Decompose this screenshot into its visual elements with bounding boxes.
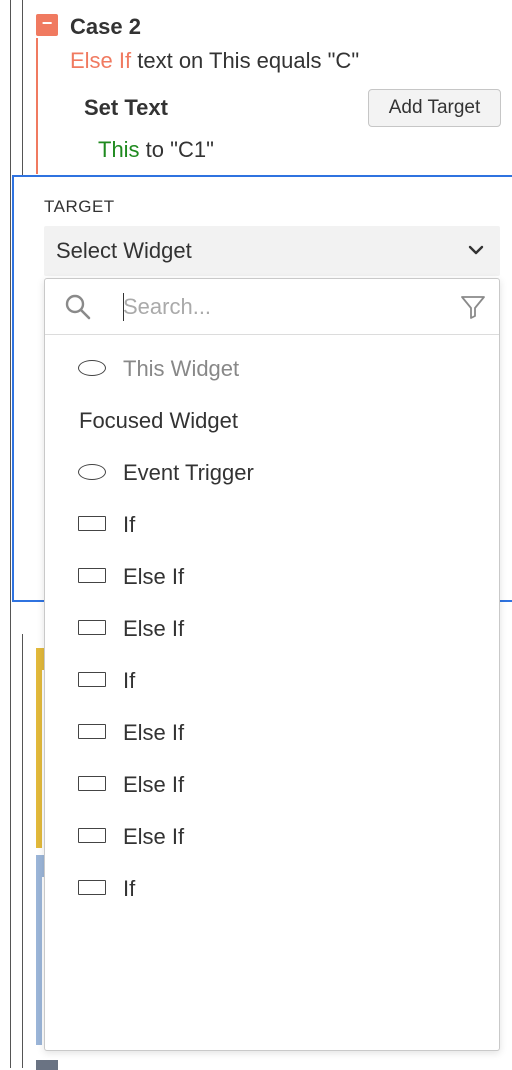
- widget-option[interactable]: Else If: [45, 759, 499, 811]
- case-indent-line: [36, 855, 42, 1045]
- widget-option-label: If: [123, 668, 136, 693]
- target-label: TARGET: [44, 197, 115, 216]
- case-title: Case 2: [70, 14, 141, 39]
- select-widget-value: Select Widget: [56, 238, 192, 263]
- target-keyword: This: [98, 137, 140, 162]
- widget-option[interactable]: If: [45, 863, 499, 915]
- text-cursor: [123, 293, 124, 321]
- widget-option[interactable]: Else If: [45, 551, 499, 603]
- widget-option-label: Else If: [123, 772, 185, 797]
- widget-option[interactable]: Else If: [45, 603, 499, 655]
- rectangle-shape-icon: [78, 880, 106, 895]
- select-widget-dropdown[interactable]: Select Widget: [44, 226, 500, 276]
- case-indent-line: [36, 38, 38, 174]
- action-target-line: This to "C1": [98, 137, 214, 163]
- case-collapse-toggle[interactable]: [36, 1060, 58, 1070]
- case-condition: Else If text on This equals "C": [70, 48, 359, 74]
- rectangle-shape-icon: [78, 724, 106, 739]
- chevron-down-icon: [468, 245, 484, 255]
- case-collapse-toggle[interactable]: −: [36, 14, 58, 36]
- widget-option-label: If: [123, 512, 136, 537]
- tree-guide-line: [22, 0, 23, 176]
- rectangle-shape-icon: [78, 516, 106, 531]
- rectangle-shape-icon: [78, 672, 106, 687]
- action-title: Set Text: [84, 95, 168, 120]
- tree-guide-line: [10, 0, 11, 1068]
- condition-text: text on This equals "C": [131, 48, 360, 73]
- widget-option-label: Else If: [123, 564, 185, 589]
- widget-option-label: Else If: [123, 720, 185, 745]
- widget-picker-dropdown: This Widget Focused Widget Event Trigger If…: [44, 278, 500, 1051]
- condition-keyword: Else If: [70, 48, 132, 73]
- filter-icon[interactable]: [459, 293, 487, 321]
- widget-option[interactable]: Else If: [45, 707, 499, 759]
- widget-option-label: Else If: [123, 616, 185, 641]
- rectangle-shape-icon: [78, 828, 106, 843]
- rectangle-shape-icon: [78, 620, 106, 635]
- widget-option-label: This Widget: [123, 356, 240, 381]
- widget-option[interactable]: This Widget: [45, 343, 499, 395]
- tree-guide-line: [22, 634, 23, 1068]
- widget-option[interactable]: If: [45, 499, 499, 551]
- widget-option-label: Focused Widget: [79, 408, 238, 433]
- widget-option[interactable]: Else If: [45, 811, 499, 863]
- widget-option-label: Else If: [123, 824, 185, 849]
- search-icon: [65, 294, 91, 320]
- widget-option[interactable]: If: [45, 655, 499, 707]
- oval-shape-icon: [78, 360, 106, 376]
- action-value-text: to "C1": [139, 137, 214, 162]
- widget-option-label: Event Trigger: [123, 460, 254, 485]
- rectangle-shape-icon: [78, 776, 106, 791]
- widget-option[interactable]: Focused Widget: [45, 395, 499, 447]
- rectangle-shape-icon: [78, 568, 106, 583]
- oval-shape-icon: [78, 464, 106, 480]
- search-input[interactable]: [123, 289, 443, 325]
- widget-option-label: If: [123, 876, 136, 901]
- add-target-button[interactable]: Add Target: [368, 89, 501, 127]
- widget-option[interactable]: Event Trigger: [45, 447, 499, 499]
- search-bar: [45, 279, 499, 335]
- case-indent-line: [36, 648, 42, 848]
